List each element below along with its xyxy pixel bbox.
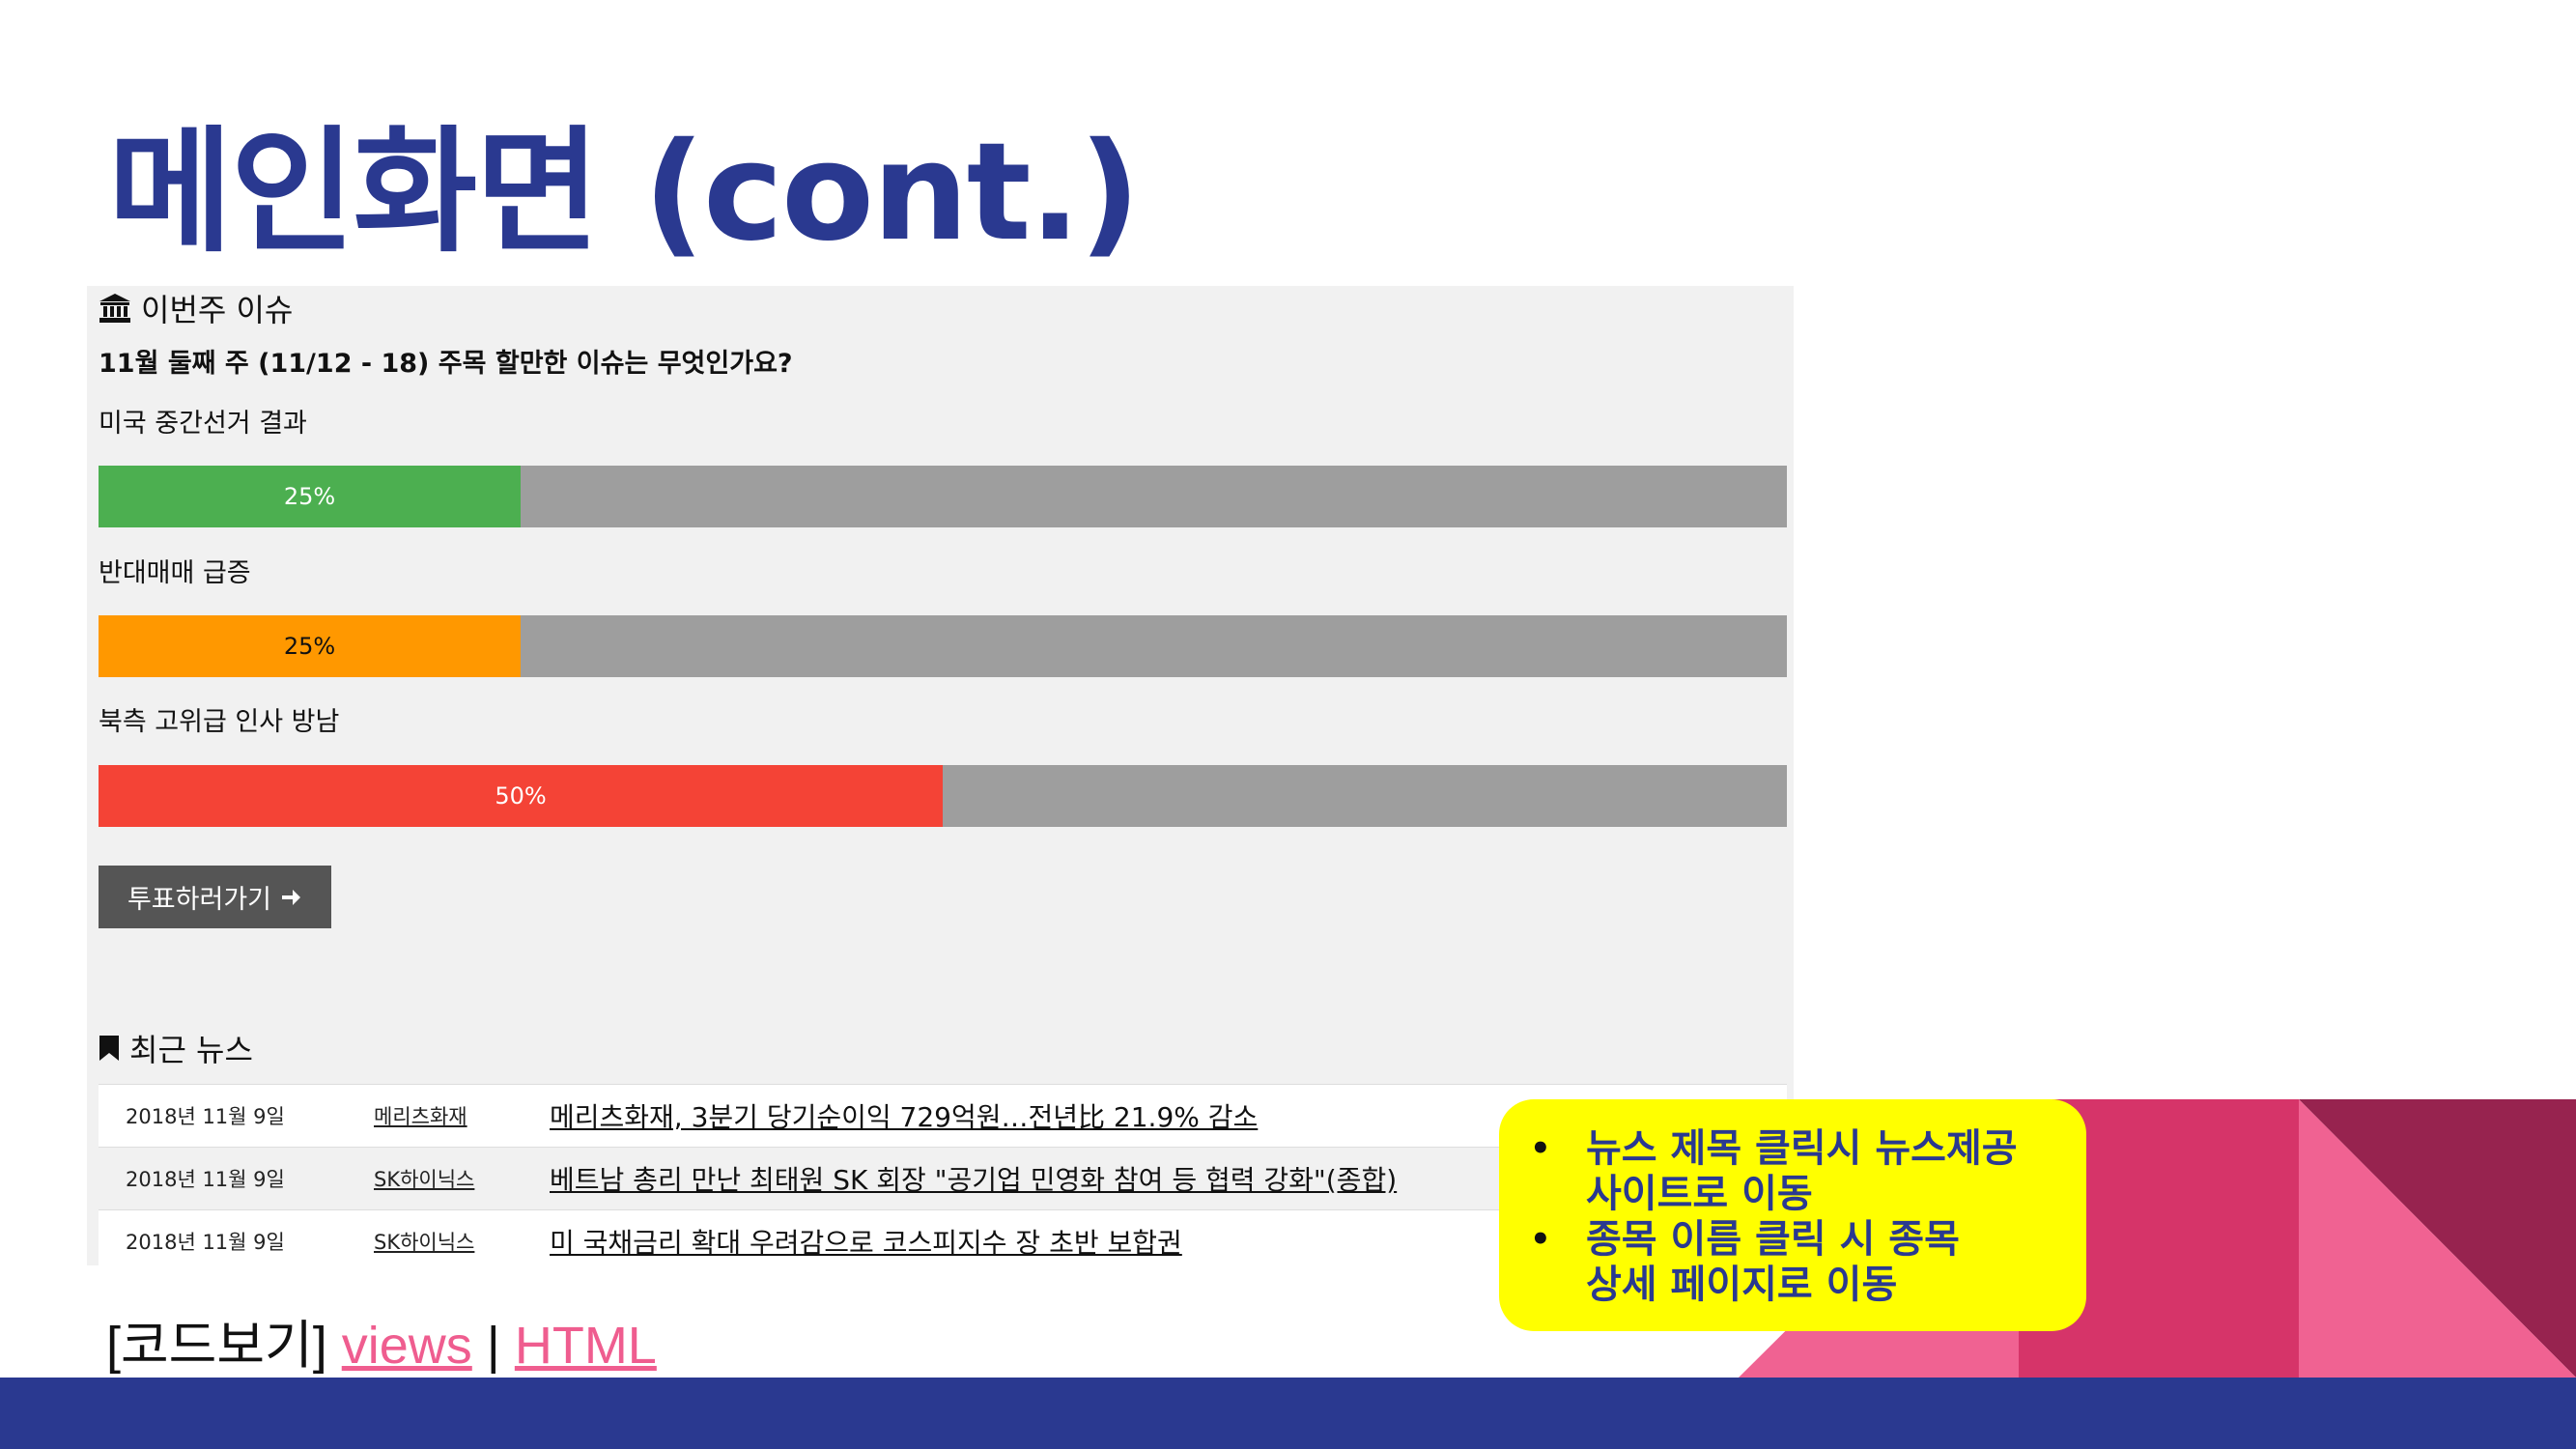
callout-line: 종목 이름 클릭 시 종목: [1586, 1217, 1960, 1262]
bottom-band: [0, 1378, 2576, 1449]
decorative-triangles: [1739, 1099, 2576, 1378]
callout-line: 상세 페이지로 이동: [1586, 1263, 1898, 1307]
callout-item: 종목 이름 클릭 시 종목 상세 페이지로 이동: [1526, 1217, 2067, 1308]
callout-line: 뉴스 제목 클릭시 뉴스제공: [1586, 1126, 2018, 1171]
callout-item: 뉴스 제목 클릭시 뉴스제공 사이트로 이동: [1526, 1126, 2067, 1217]
callout-line: 사이트로 이동: [1586, 1172, 1813, 1216]
callout-box: 뉴스 제목 클릭시 뉴스제공 사이트로 이동 종목 이름 클릭 시 종목 상세 …: [1499, 1099, 2086, 1331]
